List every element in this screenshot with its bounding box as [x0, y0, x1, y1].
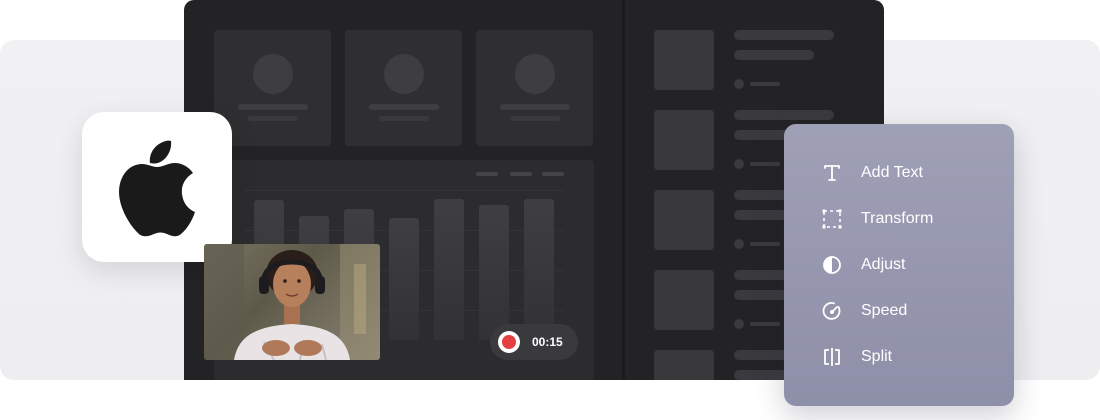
stage: 00:15 Add Text Transform Adjust Speed Sp…: [0, 0, 1100, 420]
thumbnail-placeholder: [654, 190, 714, 250]
thumbnail-placeholder: [654, 30, 714, 90]
tool-label: Speed: [861, 302, 908, 319]
record-button[interactable]: [498, 331, 520, 353]
placeholder-card: [345, 30, 462, 146]
tool-add-text[interactable]: Add Text: [784, 150, 1014, 196]
tool-split[interactable]: Split: [784, 334, 1014, 380]
chart-bar: [524, 199, 554, 340]
webcam-preview[interactable]: [204, 244, 380, 360]
split-icon: [821, 346, 843, 368]
adjust-icon: [821, 254, 843, 276]
chart-bar: [389, 218, 419, 340]
person-image: [204, 244, 380, 360]
tool-transform[interactable]: Transform: [784, 196, 1014, 242]
apple-icon: [119, 140, 195, 237]
pane-divider: [622, 0, 625, 380]
thumbnail-placeholder: [654, 270, 714, 330]
tools-panel: Add Text Transform Adjust Speed Split: [784, 124, 1014, 406]
thumbnail-placeholder: [654, 350, 714, 380]
tool-label: Adjust: [861, 256, 906, 273]
chart-bar: [479, 205, 509, 340]
chart-bar: [434, 199, 464, 340]
tool-label: Add Text: [861, 164, 923, 181]
avatar-placeholder: [253, 54, 293, 94]
recording-timer: 00:15: [532, 335, 563, 349]
tool-speed[interactable]: Speed: [784, 288, 1014, 334]
tool-adjust[interactable]: Adjust: [784, 242, 1014, 288]
apple-logo-tile: [82, 112, 232, 262]
avatar-placeholder: [384, 54, 424, 94]
text-icon: [821, 162, 843, 184]
recording-indicator: 00:15: [490, 324, 578, 360]
transform-icon: [821, 208, 843, 230]
thumbnail-placeholder: [654, 110, 714, 170]
tool-label: Transform: [861, 210, 934, 227]
tool-label: Split: [861, 348, 893, 365]
speed-icon: [821, 300, 843, 322]
placeholder-card: [476, 30, 593, 146]
avatar-placeholder: [515, 54, 555, 94]
record-dot-icon: [502, 335, 516, 349]
